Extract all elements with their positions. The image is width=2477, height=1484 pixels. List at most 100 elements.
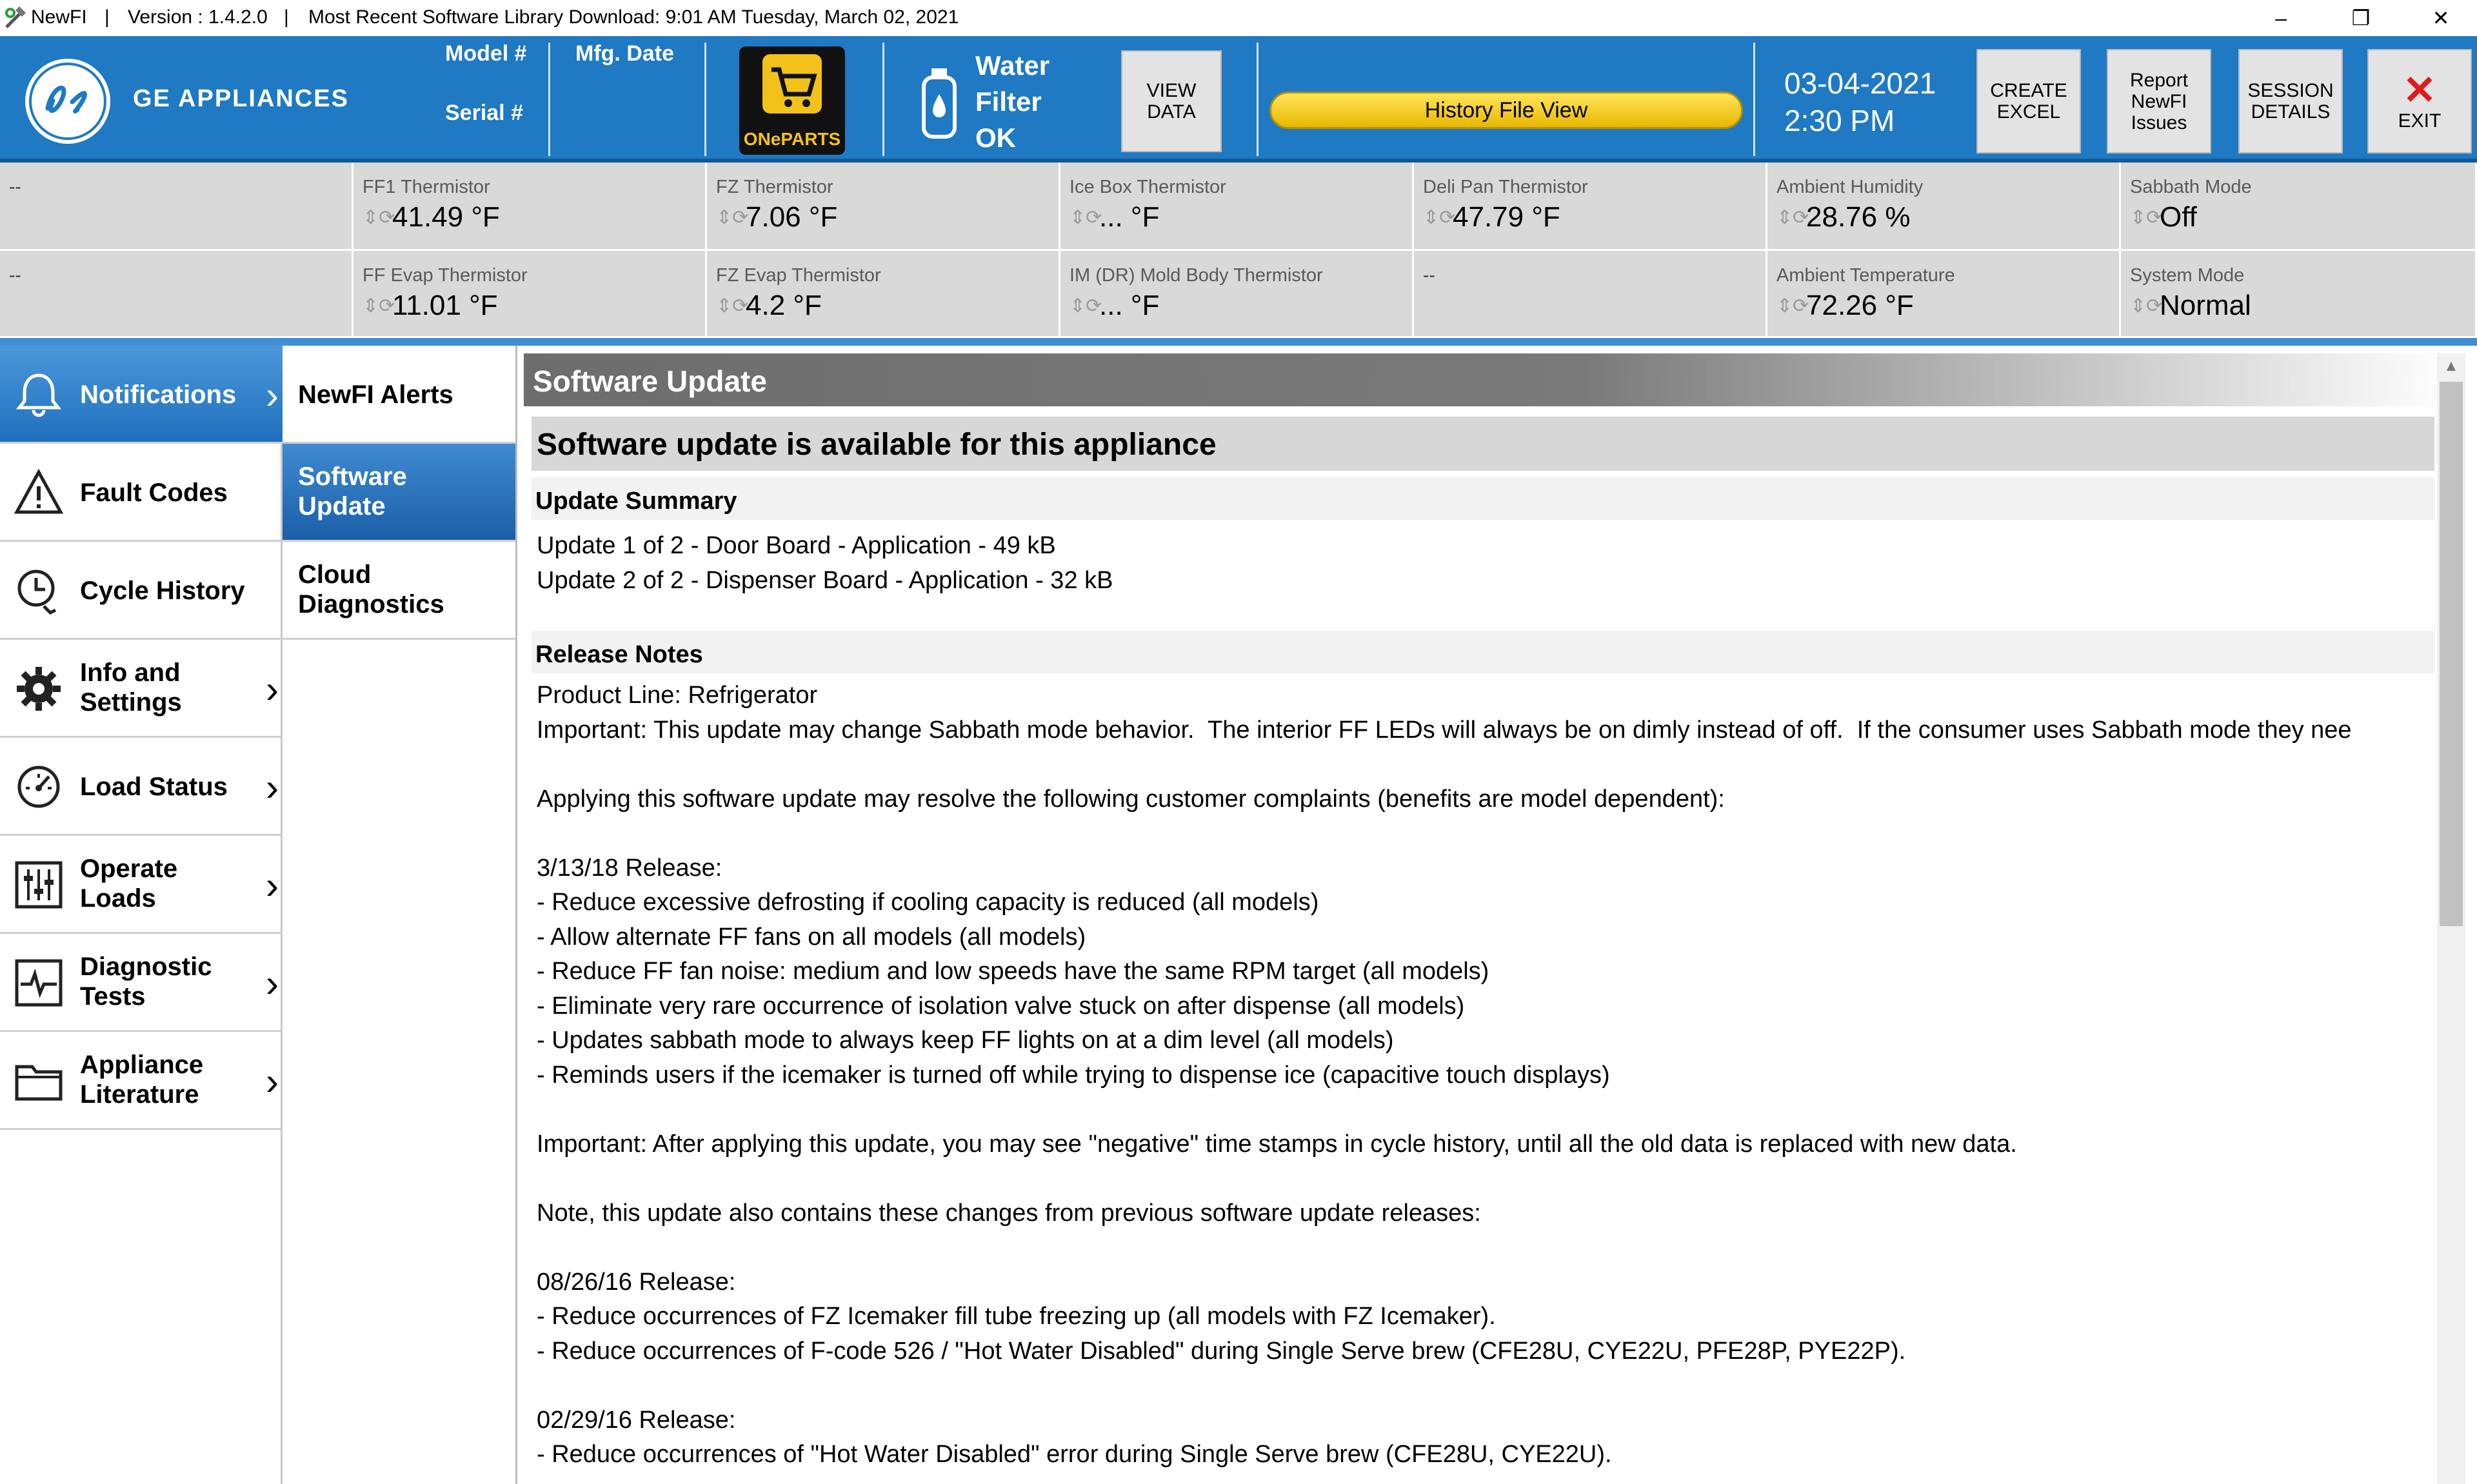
readout-value: 11.01 °F (392, 290, 498, 321)
report-issues-button[interactable]: Report NewFI Issues (2107, 49, 2211, 153)
refresh-icon[interactable]: ⇕⟳ (1069, 206, 1102, 229)
readout-cell: -- (0, 163, 353, 251)
update-headline-bar: Software update is available for this ap… (532, 417, 2434, 471)
sensor-readouts-panel: -- FF1 Thermistor ⇕⟳ 41.49 °F FZ Thermistor ⇕… (0, 163, 2477, 338)
readout-label: Ambient Temperature (1776, 265, 1955, 286)
nav-item-diagnostic-tests[interactable]: Diagnostic Tests › (0, 934, 283, 1032)
exit-button[interactable]: ✕ EXIT (2367, 49, 2472, 153)
subnav-item-newfi-alerts[interactable]: NewFI Alerts (283, 346, 515, 444)
water-filter-line2: Filter (975, 86, 1042, 117)
refresh-icon[interactable]: ⇕⟳ (363, 206, 395, 229)
refresh-icon[interactable]: ⇕⟳ (2130, 295, 2162, 317)
text-line: - Reduce excessive defrosting if cooling… (537, 889, 1319, 916)
exit-label: EXIT (2398, 110, 2442, 132)
text-line (537, 1369, 2352, 1403)
nav-item-label: Info and Settings (80, 658, 182, 717)
readout-value: 7.06 °F (746, 201, 838, 233)
nav-item-load-status[interactable]: Load Status › (0, 738, 283, 836)
header-divider (882, 43, 884, 156)
view-data-label: DATA (1147, 101, 1196, 123)
readout-label: Ambient Humidity (1776, 177, 1924, 197)
refresh-icon[interactable]: ⇕⟳ (1069, 295, 1102, 317)
refresh-icon[interactable]: ⇕⟳ (716, 206, 748, 229)
text-line: - Reminds users if the icemaker is turne… (537, 1061, 1610, 1089)
warning-icon (14, 468, 64, 517)
header-divider (1257, 43, 1258, 156)
session-details-label: DETAILS (2251, 101, 2331, 123)
readout-label: FZ Evap Thermistor (716, 265, 881, 286)
ge-logo (22, 55, 114, 147)
readout-value: 72.26 °F (1806, 290, 1914, 321)
session-time: 2:30 PM (1784, 104, 1895, 137)
oneparts-button[interactable]: ONePARTS (739, 46, 845, 155)
text-line: - Reduce occurrences of FZ Icemaker fill… (537, 1303, 1496, 1330)
text-line (537, 747, 2352, 782)
content-title: Software Update (533, 364, 767, 398)
readout-cell: IM (DR) Mold Body Thermistor ⇕⟳... °F (1060, 251, 1414, 338)
nav-item-label: Cycle History (80, 577, 245, 605)
session-details-button[interactable]: SESSION DETAILS (2238, 49, 2343, 153)
folder-icon (14, 1056, 63, 1105)
readout-label: Deli Pan Thermistor (1423, 177, 1588, 197)
chevron-right-icon: › (266, 962, 279, 1005)
release-notes-header: Release Notes (532, 631, 2434, 673)
subnav-item-software-update[interactable]: Software Update (283, 444, 515, 542)
title-separator: | (284, 6, 289, 28)
nav-item-notifications[interactable]: Notifications › (0, 346, 283, 444)
report-issues-label: NewFI (2131, 90, 2187, 112)
content-title-bar: Software Update (524, 353, 2452, 406)
refresh-icon[interactable]: ⇕⟳ (363, 295, 395, 317)
nav-item-info-and-settings[interactable]: Info and Settings › (0, 640, 283, 738)
readout-cell: FZ Evap Thermistor ⇕⟳ 4.2 °F (707, 251, 1060, 338)
subnav-item-label: NewFI Alerts (298, 381, 453, 409)
text-line: Product Line: Refrigerator (537, 682, 818, 709)
refresh-icon[interactable]: ⇕⟳ (716, 295, 748, 317)
text-line: Applying this software update may resolv… (537, 785, 1725, 813)
water-filter-status: OK (975, 123, 1016, 153)
nav-item-operate-loads[interactable]: Operate Loads › (0, 836, 283, 934)
nav-item-fault-codes[interactable]: Fault Codes (0, 444, 283, 542)
readout-label: Sabbath Mode (2130, 177, 2252, 197)
refresh-icon[interactable]: ⇕⟳ (1423, 206, 1455, 229)
minimize-button[interactable]: – (2245, 0, 2317, 36)
close-window-button[interactable]: ✕ (2405, 0, 2477, 36)
refresh-icon[interactable]: ⇕⟳ (1776, 206, 1809, 229)
readout-cell: Deli Pan Thermistor ⇕⟳ 47.79 °F (1414, 163, 1767, 251)
create-excel-button[interactable]: CREATE EXCEL (1976, 49, 2081, 153)
subnav-item-label: Software Update (298, 462, 407, 520)
readout-value: Off (2160, 201, 2197, 233)
serial-label: Serial # (445, 101, 523, 125)
readout-label: -- (9, 265, 21, 285)
restore-button[interactable]: ❐ (2325, 0, 2397, 36)
refresh-icon[interactable]: ⇕⟳ (1776, 295, 1809, 317)
history-file-view-indicator[interactable]: History File View (1269, 92, 1743, 129)
readout-label: FF Evap Thermistor (363, 265, 528, 286)
nav-item-cycle-history[interactable]: Cycle History (0, 542, 283, 640)
text-line: - Reduce FF fan noise: medium and low sp… (537, 958, 1489, 985)
gauge-icon (14, 762, 63, 811)
report-issues-label: Issues (2131, 112, 2187, 134)
nav-item-label: Diagnostic Tests (80, 953, 212, 1011)
header-divider (704, 43, 706, 156)
content-panel: Software Update Software update is avail… (524, 353, 2452, 1484)
water-filter-icon (920, 67, 959, 139)
subnav-item-cloud-diagnostics[interactable]: Cloud Diagnostics (283, 542, 515, 640)
sliders-icon (14, 860, 63, 909)
refresh-icon[interactable]: ⇕⟳ (2130, 206, 2162, 229)
readout-value: 28.76 % (1806, 201, 1911, 233)
window-title-bar: NewFI | Version : 1.4.2.0 | Most Recent … (0, 0, 2477, 36)
view-data-button[interactable]: VIEW DATA (1121, 50, 1222, 152)
cart-icon (759, 50, 826, 117)
bell-icon (14, 370, 63, 419)
release-notes-title: Release Notes (535, 641, 703, 668)
scroll-up-arrow[interactable]: ▲ (2443, 357, 2459, 375)
scrollbar-thumb[interactable] (2440, 382, 2463, 926)
readout-cell: Ambient Humidity ⇕⟳ 28.76 % (1767, 163, 2121, 251)
exit-icon: ✕ (2403, 68, 2436, 113)
text-line: 08/26/16 Release: (537, 1268, 736, 1296)
readout-label: IM (DR) Mold Body Thermistor (1069, 265, 1323, 286)
readout-value: 4.2 °F (746, 290, 822, 321)
nav-item-appliance-literature[interactable]: Appliance Literature › (0, 1032, 283, 1130)
text-line: Important: After applying this update, y… (537, 1130, 2017, 1158)
readout-value: ... °F (1099, 201, 1160, 233)
